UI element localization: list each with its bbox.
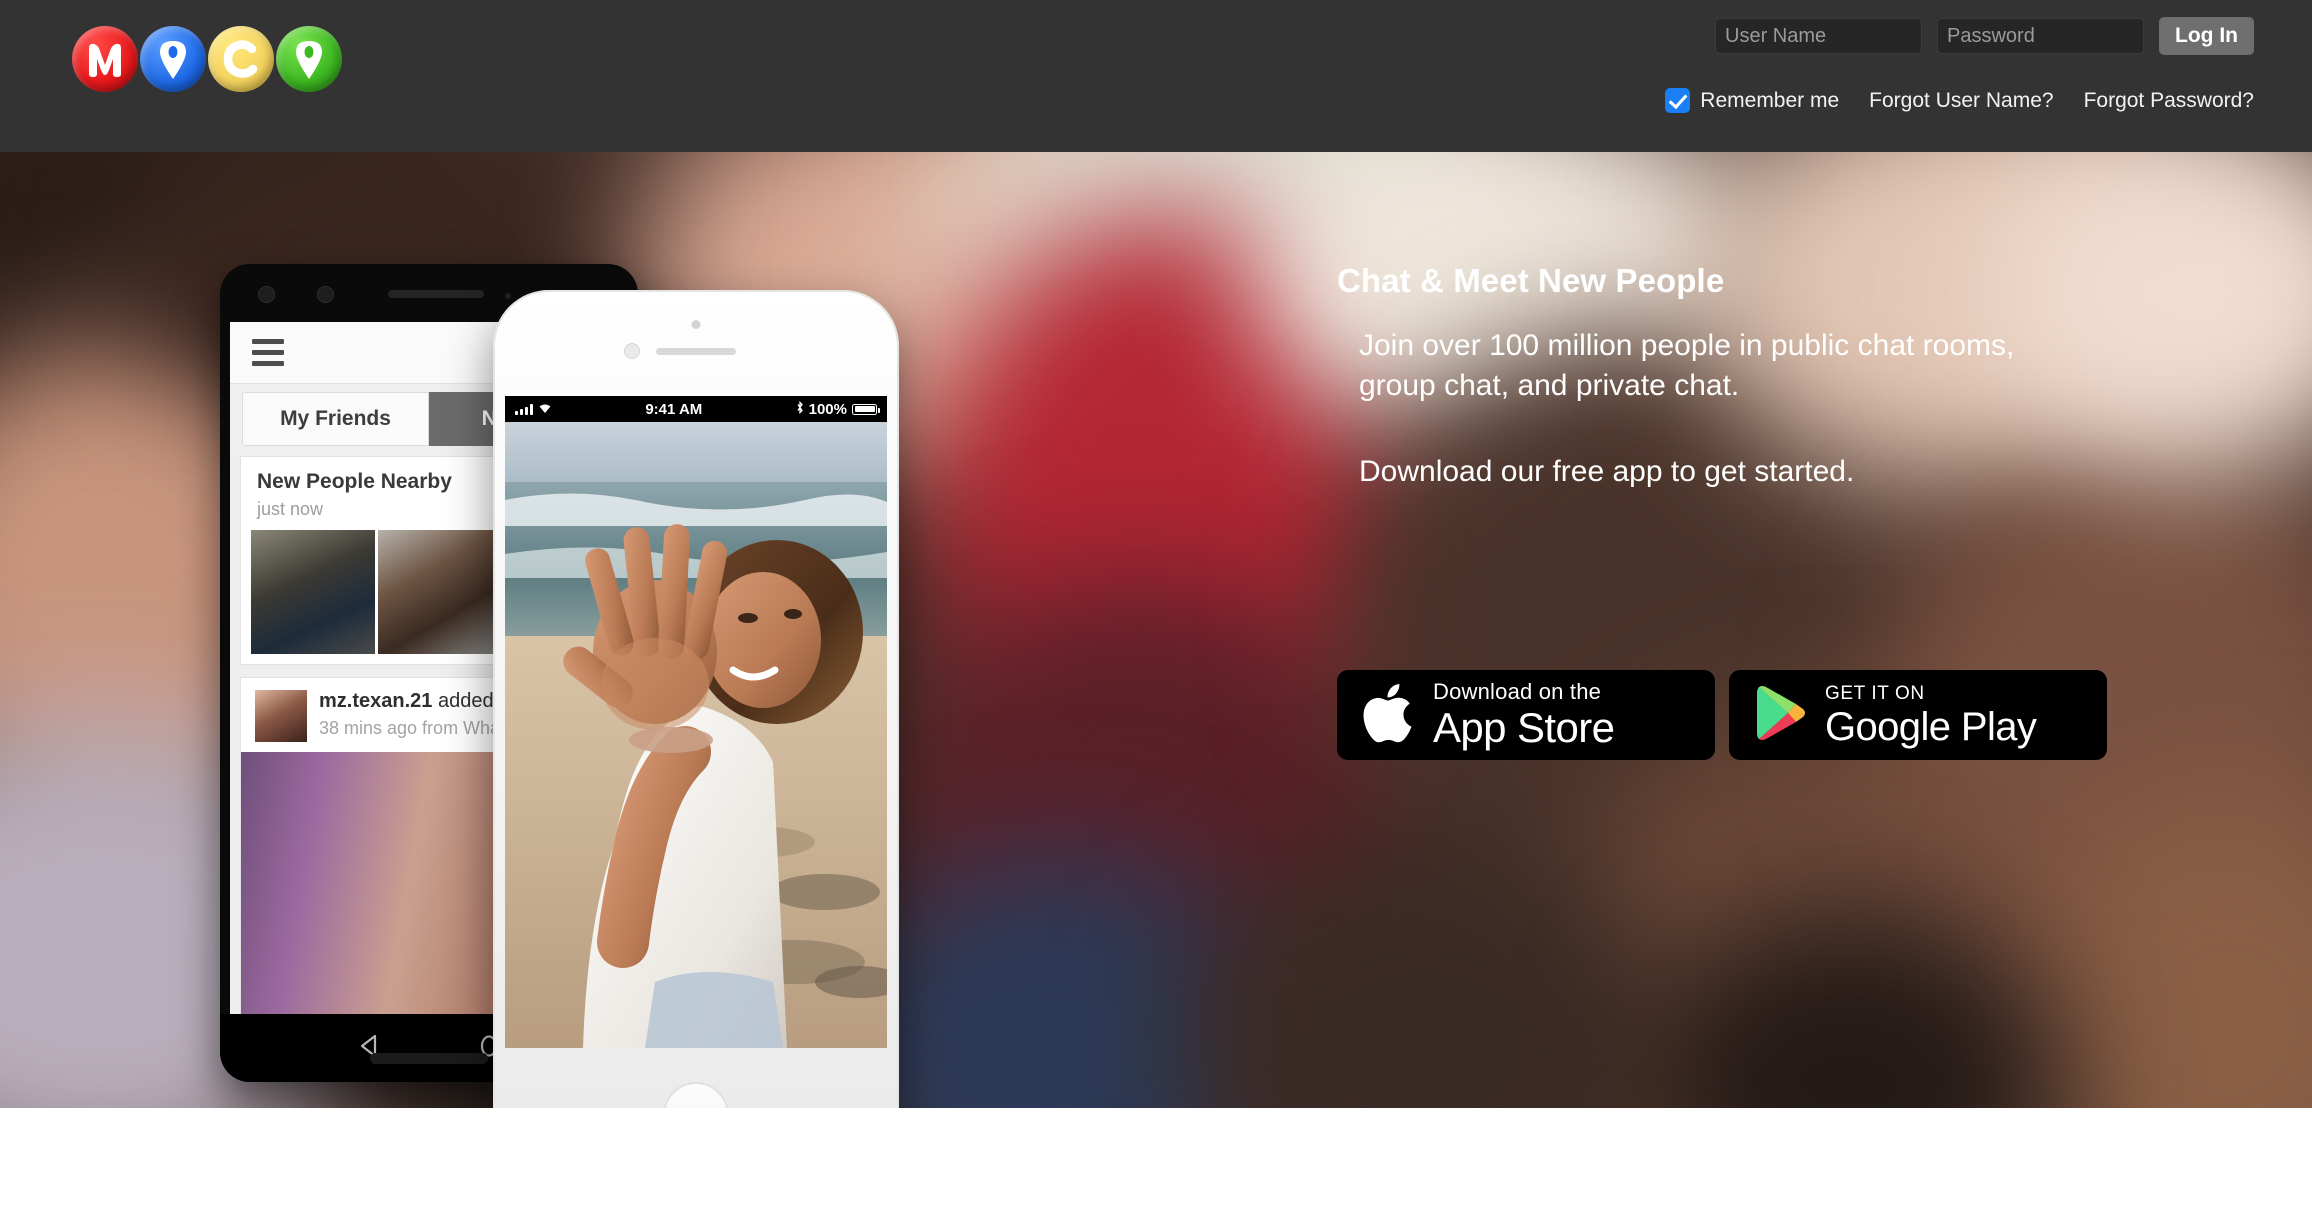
hero-paragraph-2: Download our free app to get started. bbox=[1359, 454, 1855, 488]
letter-c-icon bbox=[208, 26, 274, 92]
android-bottom-bar bbox=[370, 1053, 488, 1064]
moco-logo[interactable] bbox=[72, 26, 342, 92]
login-button[interactable]: Log In bbox=[2159, 17, 2254, 55]
android-led-icon bbox=[505, 293, 511, 299]
tab-my-friends[interactable]: My Friends bbox=[242, 392, 429, 446]
iphone-power-button[interactable] bbox=[897, 502, 899, 576]
site-header: Log In Remember me Forgot User Name? For… bbox=[0, 0, 2312, 152]
remember-me-group[interactable]: Remember me bbox=[1665, 88, 1839, 113]
login-form: Log In bbox=[1715, 17, 2254, 55]
location-pin-icon bbox=[276, 26, 342, 92]
google-play-button[interactable]: GET IT ON Google Play bbox=[1729, 670, 2107, 760]
android-camera-icon bbox=[258, 286, 275, 303]
forgot-username-link[interactable]: Forgot User Name? bbox=[1869, 89, 2053, 113]
hamburger-icon[interactable] bbox=[252, 339, 284, 366]
iphone-photo bbox=[505, 422, 887, 1048]
android-speaker-grill bbox=[388, 290, 484, 298]
avatar[interactable] bbox=[255, 690, 307, 742]
android-sensor-icon bbox=[317, 286, 334, 303]
password-input[interactable] bbox=[1937, 18, 2145, 54]
google-play-big-label: Google Play bbox=[1825, 704, 2037, 749]
app-store-button[interactable]: Download on the App Store bbox=[1337, 670, 1715, 760]
hero-copy: Chat & Meet New People Join over 100 mil… bbox=[1337, 262, 2097, 492]
page-title: Chat & Meet New People bbox=[1337, 262, 1725, 299]
login-meta-row: Remember me Forgot User Name? Forgot Pas… bbox=[1665, 88, 2254, 113]
logo-bead-m bbox=[72, 26, 138, 92]
page-bottom-area bbox=[0, 1108, 2312, 1226]
iphone-sensor-icon bbox=[624, 343, 640, 359]
app-store-badges: Download on the App Store GET IT ON Goog… bbox=[1337, 670, 2107, 760]
iphone-camera-icon bbox=[691, 320, 701, 329]
iphone-status-bar: 9:41 AM 100% bbox=[505, 396, 887, 422]
remember-me-label: Remember me bbox=[1700, 88, 1840, 112]
letter-m-icon bbox=[72, 26, 138, 92]
apple-icon bbox=[1363, 682, 1415, 749]
bluetooth-icon bbox=[796, 400, 804, 418]
battery-percent-label: 100% bbox=[808, 400, 847, 418]
logo-bead-o-blue bbox=[140, 26, 206, 92]
iphone-screen: 9:41 AM 100% bbox=[505, 396, 887, 1048]
iphone-speaker-grill bbox=[656, 348, 736, 355]
status-bar-time: 9:41 AM bbox=[645, 400, 703, 418]
remember-me-checkbox[interactable] bbox=[1665, 88, 1691, 113]
signal-bars-icon bbox=[515, 403, 533, 415]
forgot-password-link[interactable]: Forgot Password? bbox=[2084, 89, 2254, 113]
hero-section: Feed My Friends Near Me New People Nearb… bbox=[0, 152, 2312, 1108]
feed-post-username[interactable]: mz.texan.21 bbox=[319, 690, 432, 712]
app-store-small-label: Download on the bbox=[1433, 679, 1602, 704]
battery-full-icon bbox=[852, 403, 880, 415]
google-play-small-label: GET IT ON bbox=[1825, 682, 1925, 704]
nearby-thumbnail[interactable] bbox=[251, 530, 375, 654]
iphone-home-button[interactable] bbox=[663, 1082, 729, 1108]
nearby-thumbnail[interactable] bbox=[378, 530, 502, 654]
wifi-icon bbox=[538, 401, 552, 418]
logo-bead-c bbox=[208, 26, 274, 92]
hero-paragraph-1: Join over 100 million people in public c… bbox=[1359, 329, 2015, 402]
location-pin-icon bbox=[140, 26, 206, 92]
app-store-big-label: App Store bbox=[1433, 704, 1615, 751]
username-input[interactable] bbox=[1715, 18, 1923, 54]
phone-mockups: Feed My Friends Near Me New People Nearb… bbox=[0, 152, 1100, 1108]
logo-bead-o-green bbox=[276, 26, 342, 92]
google-play-icon bbox=[1755, 684, 1807, 747]
iphone-mockup: 9:41 AM 100% bbox=[493, 290, 899, 1108]
